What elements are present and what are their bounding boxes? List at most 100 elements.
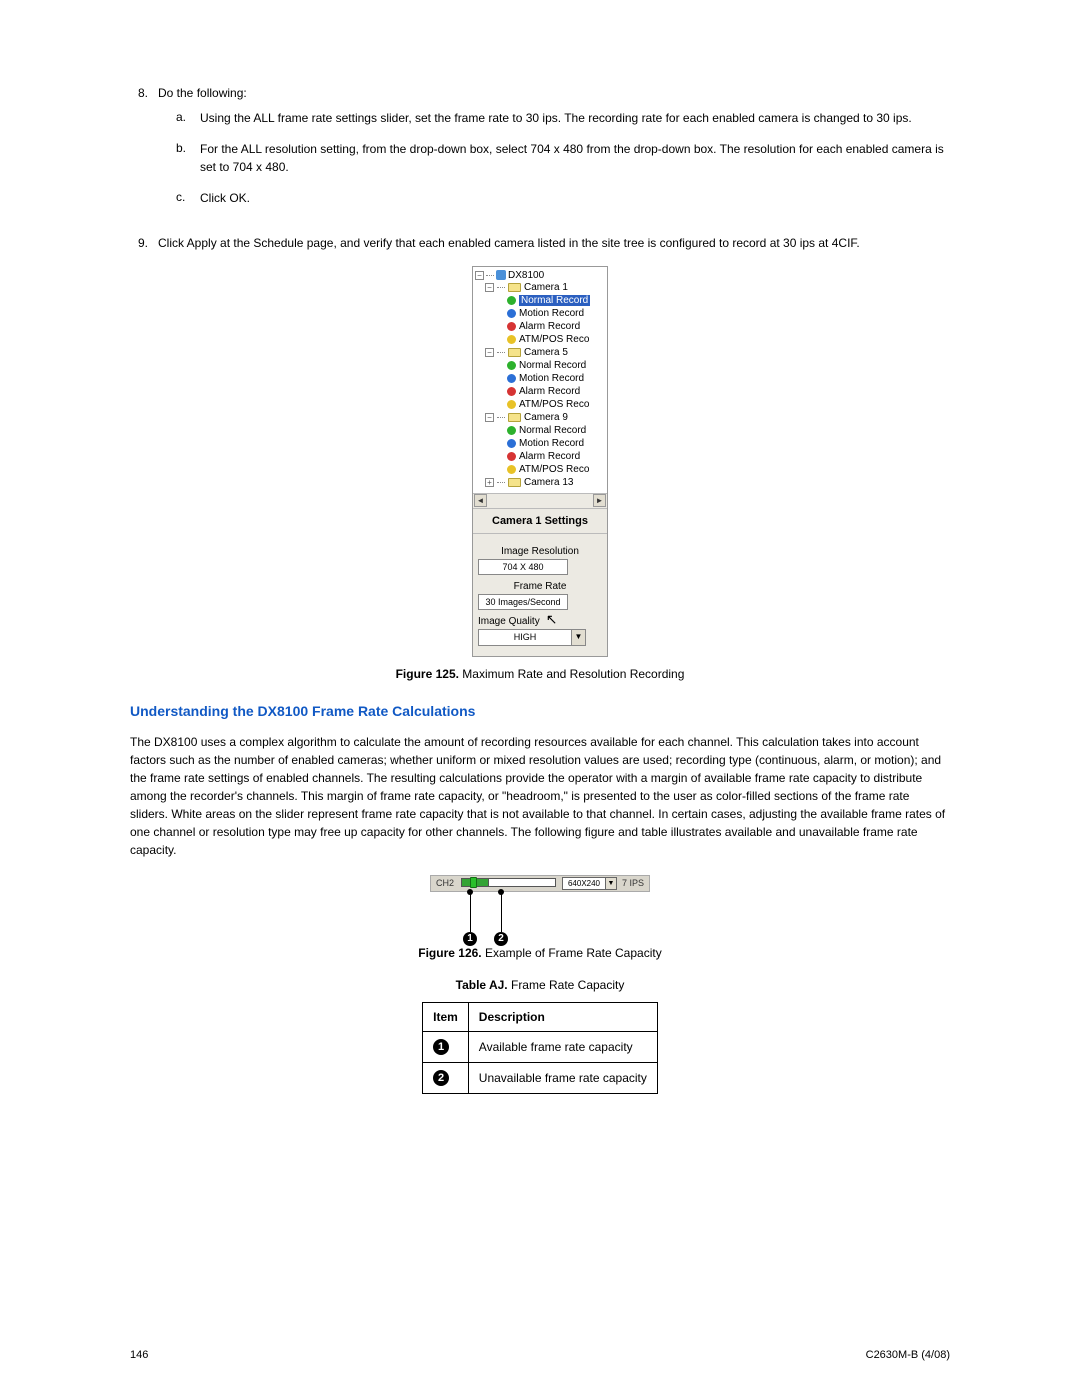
description-cell: Available frame rate capacity [468,1031,657,1062]
item-cell: 2 [423,1062,469,1093]
record-label: Alarm Record [519,451,580,462]
table-header-row: Item Description [423,1002,658,1031]
tree-camera-item[interactable]: − Camera 5 [485,346,607,359]
image-quality-label: Image Quality [478,616,540,627]
col-item: Item [423,1002,469,1031]
camera-label: Camera 13 [524,477,573,488]
frame-rate-slider[interactable] [461,878,556,888]
substep-text: For the ALL resolution setting, from the… [200,141,950,176]
site-tree[interactable]: − DX8100 − Camera 1 Normal Record Motion… [473,267,607,493]
tree-record-item[interactable]: ATM/POS Reco [507,398,607,411]
cursor-icon: ↖ [546,614,558,624]
tree-record-item[interactable]: ATM/POS Reco [507,463,607,476]
tree-camera-item[interactable]: − Camera 1 [485,281,607,294]
substep-letter: c. [176,190,200,207]
step-text: Click Apply at the Schedule page, and ve… [158,236,950,250]
body-paragraph: The DX8100 uses a complex algorithm to c… [130,733,950,859]
tree-record-item[interactable]: Motion Record [507,437,607,450]
image-quality-dropdown[interactable]: HIGH ▼ [478,629,586,646]
chevron-down-icon[interactable]: ▼ [571,630,585,645]
camera-label: Camera 1 [524,282,568,293]
scroll-right-icon[interactable]: ► [593,494,606,507]
doc-id: C2630M-B (4/08) [866,1349,950,1361]
record-dot-icon [507,452,516,461]
plus-icon[interactable]: + [485,478,494,487]
tree-record-item[interactable]: ATM/POS Reco [507,333,607,346]
callout-number: 2 [494,932,508,946]
record-dot-icon [507,322,516,331]
record-label: Normal Record [519,295,590,306]
channel-label: CH2 [431,878,459,888]
description-cell: Unavailable frame rate capacity [468,1062,657,1093]
sub-steps: a. Using the ALL frame rate settings sli… [176,110,950,208]
record-dot-icon [507,374,516,383]
tree-record-item[interactable]: Motion Record [507,307,607,320]
minus-icon[interactable]: − [475,271,484,280]
camera-label: Camera 9 [524,412,568,423]
record-label: ATM/POS Reco [519,464,589,475]
minus-icon[interactable]: − [485,348,494,357]
frame-rate-label: Frame Rate [478,581,602,592]
tree-record-item[interactable]: Normal Record [507,359,607,372]
record-dot-icon [507,309,516,318]
record-label: Motion Record [519,308,584,319]
page-number: 146 [130,1349,148,1361]
tree-root[interactable]: − DX8100 [475,270,607,281]
callout-line [470,892,471,932]
image-resolution-label: Image Resolution [478,546,602,557]
item-cell: 1 [423,1031,469,1062]
camera-icon [508,283,521,292]
figure-125: − DX8100 − Camera 1 Normal Record Motion… [130,266,950,657]
record-dot-icon [507,400,516,409]
chevron-down-icon[interactable]: ▼ [605,878,616,889]
step-number: 9. [130,236,158,250]
minus-icon[interactable]: − [485,283,494,292]
horizontal-scrollbar[interactable]: ◄ ► [473,493,607,508]
image-quality-value: HIGH [479,630,571,644]
settings-panel: Image Resolution 704 X 480 Frame Rate 30… [473,534,607,656]
figure-125-caption: Figure 125. Maximum Rate and Resolution … [130,667,950,681]
frame-rate-field[interactable]: 30 Images/Second [478,594,568,610]
record-label: Normal Record [519,360,586,371]
frame-rate-slider-bar: CH2 640X240 ▼ 7 IPS [430,875,650,892]
callout-line [501,892,502,932]
substep-letter: b. [176,141,200,176]
tree-record-item[interactable]: Alarm Record [507,450,607,463]
ips-label: 7 IPS [617,878,649,888]
record-label: ATM/POS Reco [519,334,589,345]
scroll-left-icon[interactable]: ◄ [474,494,487,507]
tree-camera-item[interactable]: + Camera 13 [485,476,607,489]
image-resolution-field[interactable]: 704 X 480 [478,559,568,575]
item-number-icon: 1 [433,1039,449,1055]
record-dot-icon [507,465,516,474]
callout-number: 1 [463,932,477,946]
record-label: ATM/POS Reco [519,399,589,410]
record-dot-icon [507,296,516,305]
figure-126: CH2 640X240 ▼ 7 IPS 1 2 [130,875,950,936]
record-dot-icon [507,387,516,396]
camera-icon [508,413,521,422]
section-heading: Understanding the DX8100 Frame Rate Calc… [130,703,950,719]
tree-record-item[interactable]: Motion Record [507,372,607,385]
item-number-icon: 2 [433,1070,449,1086]
record-label: Normal Record [519,425,586,436]
callout-lines: 1 2 [430,892,650,936]
tree-record-item[interactable]: Normal Record [507,424,607,437]
table-aj: Item Description 1 Available frame rate … [422,1002,658,1094]
recorder-icon [496,270,506,280]
root-label: DX8100 [508,270,544,281]
slider-handle[interactable] [470,877,477,888]
camera-icon [508,478,521,487]
site-tree-panel: − DX8100 − Camera 1 Normal Record Motion… [472,266,608,657]
record-label: Alarm Record [519,386,580,397]
record-dot-icon [507,426,516,435]
page-footer: 146 C2630M-B (4/08) [130,1349,950,1361]
step-text: Do the following: [158,86,247,100]
tree-camera-item[interactable]: − Camera 9 [485,411,607,424]
tree-record-item[interactable]: Normal Record [507,294,607,307]
tree-record-item[interactable]: Alarm Record [507,320,607,333]
resolution-value: 640X240 [563,879,605,888]
minus-icon[interactable]: − [485,413,494,422]
tree-record-item[interactable]: Alarm Record [507,385,607,398]
resolution-dropdown[interactable]: 640X240 ▼ [562,877,617,890]
